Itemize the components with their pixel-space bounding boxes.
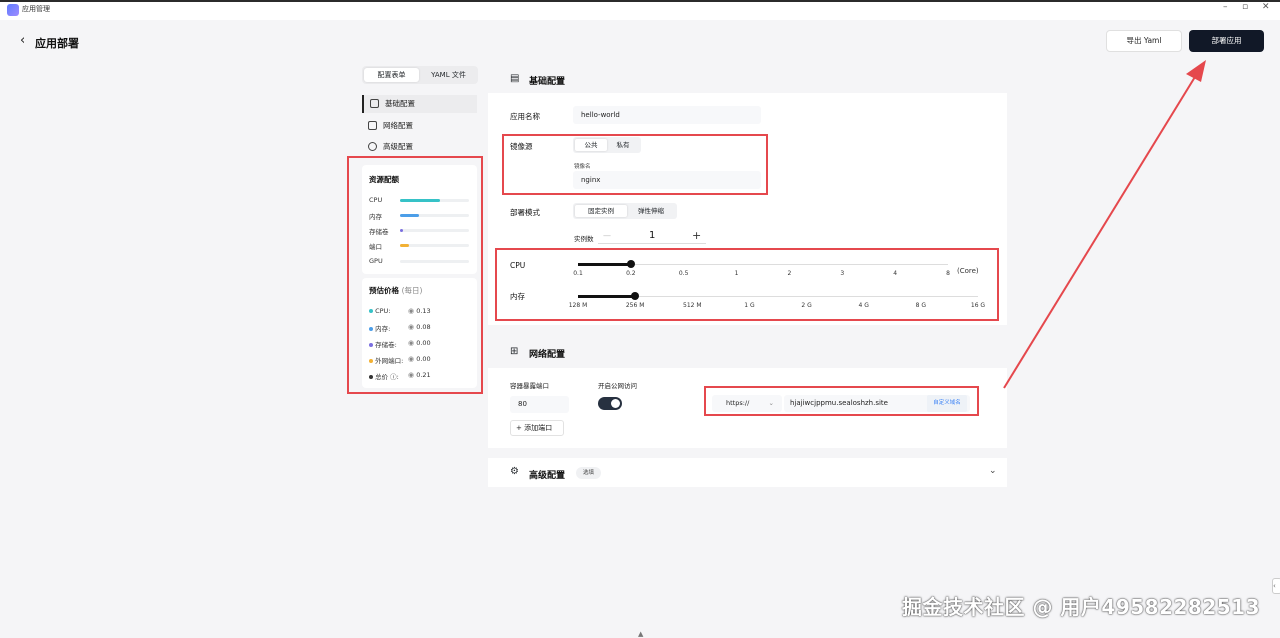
minus-icon[interactable]: — [603, 231, 611, 240]
app-name-label: 应用名称 [510, 112, 540, 121]
gear-icon [368, 142, 377, 151]
watermark: 掘金技术社区 @ 用户4958228251​3 [901, 595, 1260, 619]
advanced-section-title: 高级配置 [529, 471, 566, 481]
highlight-box [502, 134, 768, 195]
optional-badge: 选填 [576, 467, 601, 479]
gear-icon: ⚙ [510, 466, 519, 477]
page-title: 应用部署 [35, 37, 79, 50]
tab-yaml[interactable]: YAML 文件 [421, 68, 476, 82]
fixed-instance-option[interactable]: 固定实例 [575, 205, 627, 217]
advanced-config-card[interactable] [488, 458, 1007, 487]
app-name-input[interactable]: hello-world [573, 106, 761, 124]
highlight-box [495, 248, 999, 321]
form-mode-tabs: 配置表单 YAML 文件 [362, 66, 478, 84]
public-access-toggle[interactable] [598, 397, 622, 410]
chevron-down-icon[interactable]: ⌄ [989, 466, 997, 476]
title-bar [0, 0, 1280, 20]
arrow-line [1003, 71, 1199, 389]
highlight-box [704, 386, 979, 416]
section-nav: 基础配置 网络配置 高级配置 [362, 95, 477, 156]
chevron-left-icon[interactable]: ‹ [20, 33, 25, 48]
nav-basic[interactable]: 基础配置 [362, 95, 477, 113]
network-icon: ⊞ [510, 346, 519, 357]
replicas-label: 实例数 [574, 235, 594, 243]
port-label: 容器暴露端口 [510, 382, 549, 390]
network-icon [368, 121, 377, 130]
app-icon [7, 4, 19, 16]
annotation-arrow [1003, 60, 1206, 389]
nav-advanced[interactable]: 高级配置 [362, 138, 477, 156]
document-icon [370, 99, 379, 108]
nav-network[interactable]: 网络配置 [362, 117, 477, 135]
replicas-input[interactable]: 1 [649, 230, 655, 241]
minimize-icon[interactable]: – [1223, 2, 1228, 12]
add-port-button[interactable]: + 添加端口 [510, 420, 564, 436]
close-icon[interactable]: ✕ [1262, 2, 1270, 12]
maximize-icon[interactable]: ▫ [1242, 2, 1248, 12]
tab-form[interactable]: 配置表单 [364, 68, 419, 82]
side-collapse-handle[interactable]: ‹ [1272, 578, 1280, 594]
plus-icon: + [516, 424, 522, 432]
arrow-head [1186, 60, 1206, 82]
export-yaml-button[interactable]: 导出 Yaml [1106, 30, 1182, 52]
replicas-underline [598, 243, 706, 244]
autoscale-option[interactable]: 弹性伸缩 [627, 205, 675, 217]
highlight-box [347, 156, 483, 394]
toggle-knob [611, 399, 620, 408]
plus-icon[interactable]: + [692, 229, 701, 242]
network-section-title: 网络配置 [529, 350, 566, 360]
window-title: 应用管理 [22, 5, 50, 13]
basic-section-title: 基础配置 [529, 77, 566, 87]
port-input[interactable]: 80 [510, 396, 569, 413]
deploy-mode-label: 部署模式 [510, 208, 540, 217]
document-icon: ▤ [510, 73, 520, 84]
public-access-label: 开启公网访问 [598, 382, 637, 390]
deploy-mode-toggle: 固定实例 弹性伸缩 [573, 203, 677, 219]
deploy-app-button[interactable]: 部署应用 [1189, 30, 1264, 52]
